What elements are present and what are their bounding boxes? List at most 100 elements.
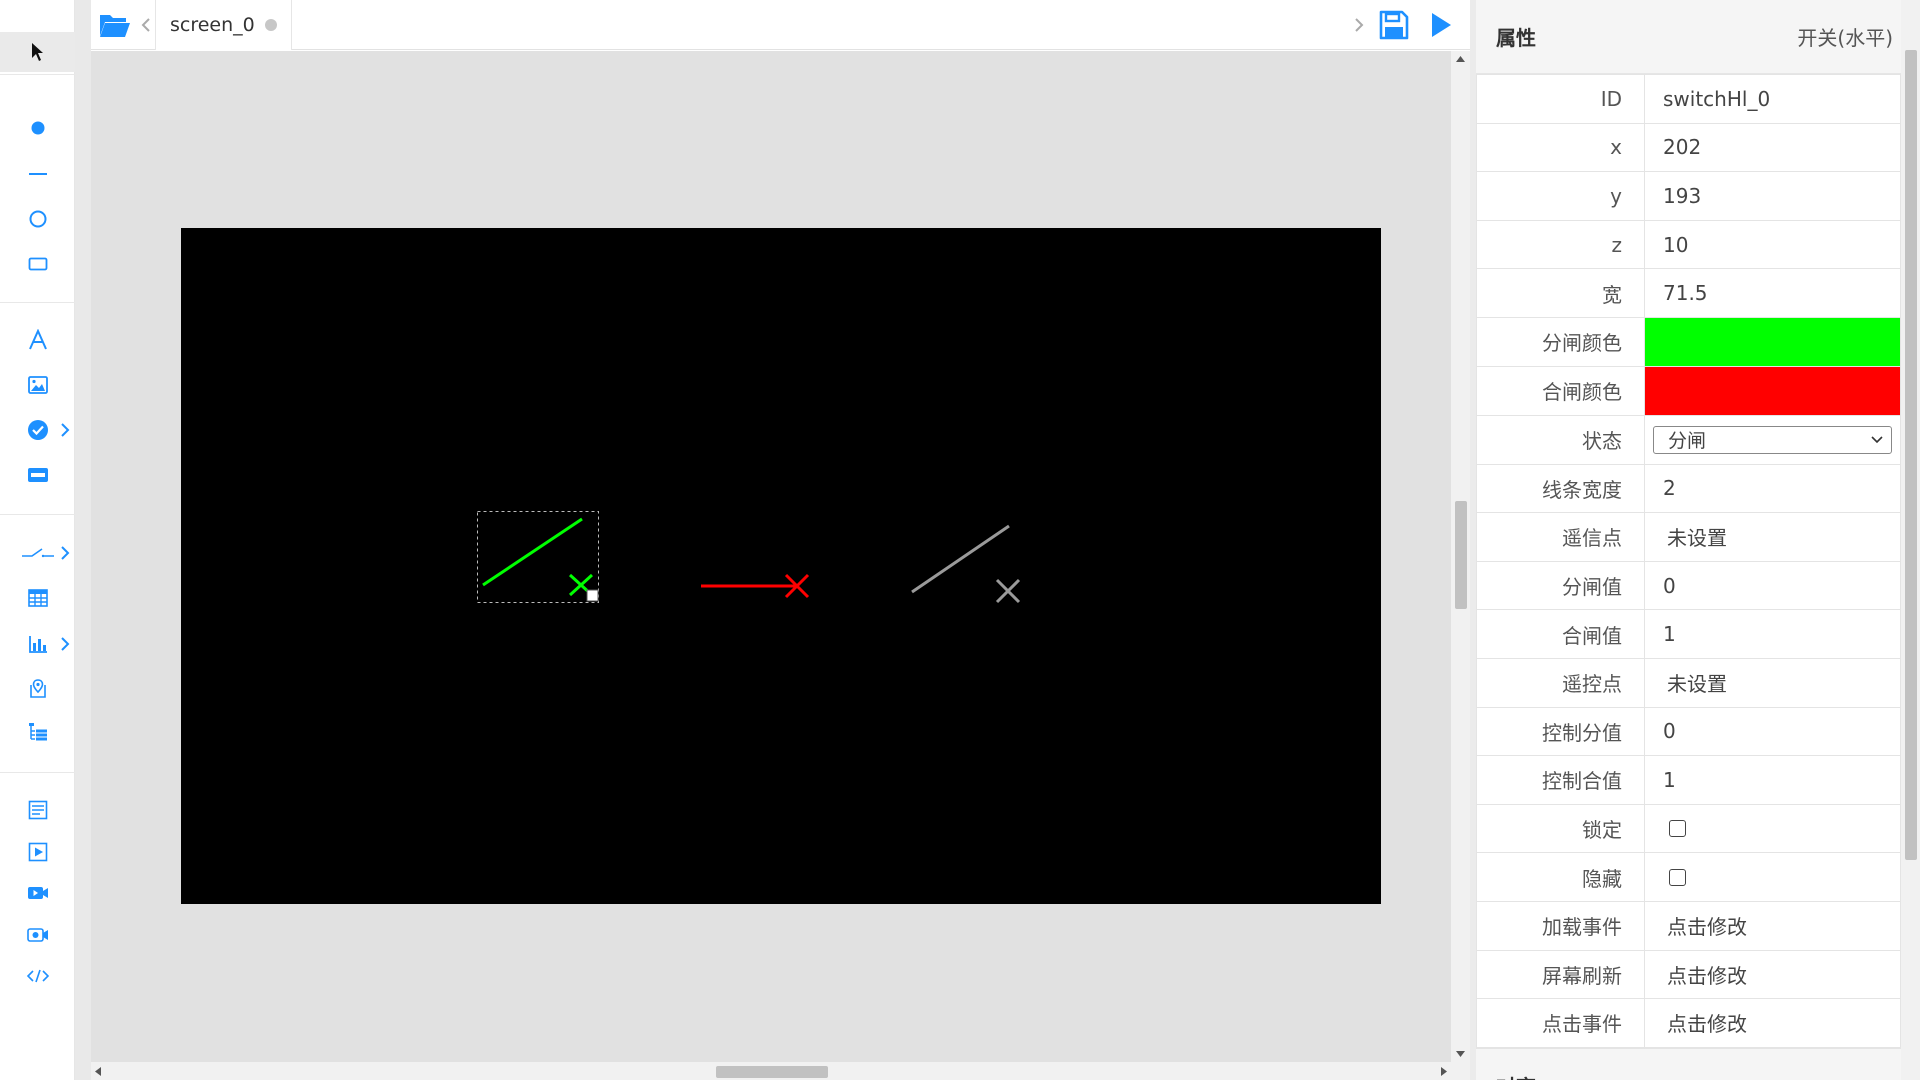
open-color-cell [1644, 316, 1901, 367]
refresh-event-link[interactable]: 点击修改 [1644, 949, 1901, 1000]
switch-closed[interactable] [701, 573, 810, 599]
tree-list-icon [28, 723, 47, 741]
prop-label: 线条宽度 [1476, 463, 1645, 514]
switch-tool[interactable] [0, 533, 75, 573]
prop-row-state: 状态 分闸 [1476, 414, 1901, 465]
scrollbar-thumb[interactable] [716, 1066, 828, 1078]
line-width-field[interactable]: 2 [1644, 463, 1901, 514]
prop-label: 合闸颜色 [1476, 365, 1645, 416]
width-field[interactable]: 71.5 [1644, 268, 1901, 318]
telecontrol-field[interactable]: 未设置 [1644, 657, 1901, 708]
load-event-link[interactable]: 点击修改 [1644, 900, 1901, 951]
y-field[interactable]: 193 [1644, 171, 1901, 221]
canvas-area[interactable] [91, 51, 1451, 1062]
ctrl-open-field[interactable]: 0 [1644, 706, 1901, 757]
prop-label: 分闸值 [1476, 560, 1645, 611]
circle-icon [29, 210, 46, 228]
tab-scroll-left-button[interactable] [141, 15, 151, 35]
resize-handle[interactable] [586, 589, 599, 602]
check-circle-icon [27, 420, 48, 440]
page-tool[interactable] [0, 790, 75, 830]
properties-scrollbar[interactable] [1901, 0, 1920, 1080]
canvas-horizontal-scrollbar[interactable] [91, 1062, 1470, 1080]
open-folder-button[interactable] [97, 10, 133, 40]
properties-table: ID switchHl_0 x 202 y 193 z 10 宽 71.5 分闸… [1476, 74, 1901, 1048]
tab-scroll-right-button[interactable] [1354, 15, 1364, 35]
switch-disabled[interactable] [911, 524, 1021, 604]
state-select[interactable]: 分闸 [1653, 425, 1892, 454]
close-color-swatch[interactable] [1645, 366, 1900, 415]
camera-tool[interactable] [0, 915, 75, 955]
open-value-field[interactable]: 0 [1644, 560, 1901, 611]
text-a-icon [28, 329, 47, 350]
toolbar-gutter [75, 0, 91, 1080]
code-tool[interactable] [0, 956, 75, 996]
switch-x-mark [995, 578, 1021, 604]
align-section-header[interactable]: 对齐 [1476, 1048, 1901, 1080]
table-icon [27, 589, 48, 607]
table-tool[interactable] [0, 578, 75, 618]
prop-label: 状态 [1476, 414, 1645, 465]
canvas-vertical-scrollbar[interactable] [1451, 51, 1470, 1062]
click-event-link[interactable]: 点击修改 [1644, 998, 1901, 1048]
prop-label: 分闸颜色 [1476, 316, 1645, 367]
scrollbar-thumb[interactable] [1455, 501, 1467, 609]
save-icon [1379, 10, 1409, 40]
prop-row-id: ID switchHl_0 [1476, 74, 1901, 124]
rect-tool[interactable] [0, 244, 75, 284]
x-field[interactable]: 202 [1644, 122, 1901, 173]
lock-checkbox[interactable] [1669, 820, 1686, 838]
dot-icon [31, 121, 44, 135]
chevron-right-icon [61, 637, 70, 651]
lock-cell [1644, 803, 1901, 854]
text-tool[interactable] [0, 320, 75, 360]
hidden-checkbox[interactable] [1669, 868, 1686, 886]
chevron-right-icon [61, 423, 70, 437]
indicator-tool[interactable] [0, 410, 75, 450]
play-frame-icon [28, 842, 47, 862]
point-tool[interactable] [0, 108, 75, 148]
run-button[interactable] [1424, 8, 1458, 42]
button-icon [27, 468, 48, 482]
ctrl-close-field[interactable]: 1 [1644, 755, 1901, 805]
media-tool[interactable] [0, 832, 75, 872]
prop-label: 控制分值 [1476, 706, 1645, 757]
video-tool[interactable] [0, 873, 75, 913]
circle-tool[interactable] [0, 199, 75, 239]
bar-chart-icon [28, 636, 47, 653]
selected-switch-open[interactable] [477, 511, 599, 603]
z-field[interactable]: 10 [1644, 219, 1901, 270]
image-tool[interactable] [0, 365, 75, 405]
close-value-field[interactable]: 1 [1644, 609, 1901, 659]
prop-label: y [1476, 171, 1645, 221]
screen-canvas[interactable] [181, 228, 1381, 904]
id-field[interactable]: switchHl_0 [1644, 74, 1901, 124]
button-tool[interactable] [0, 455, 75, 495]
prop-row-width: 宽 71.5 [1476, 268, 1901, 318]
switch-blade [482, 517, 583, 587]
rectangle-icon [28, 257, 47, 271]
prop-row-hidden: 隐藏 [1476, 852, 1901, 902]
chart-tool[interactable] [0, 624, 75, 664]
chevron-down-icon [1871, 436, 1883, 443]
tree-tool[interactable] [0, 712, 75, 752]
open-color-swatch[interactable] [1645, 317, 1900, 366]
document-icon [28, 800, 47, 820]
state-cell: 分闸 [1644, 414, 1901, 465]
save-button[interactable] [1377, 8, 1411, 42]
scrollbar-thumb[interactable] [1905, 50, 1917, 860]
prop-label: 屏幕刷新 [1476, 949, 1645, 1000]
tab-screen-0[interactable]: screen_0 [155, 0, 292, 50]
tab-label: screen_0 [170, 14, 255, 36]
line-tool[interactable] [0, 154, 75, 194]
prop-row-ctrl-open: 控制分值 0 [1476, 706, 1901, 757]
properties-panel: 属性 开关(水平) ID switchHl_0 x 202 y 193 z 10… [1476, 0, 1901, 1080]
map-tool[interactable] [0, 668, 75, 708]
prop-row-lock: 锁定 [1476, 803, 1901, 854]
telesignal-field[interactable]: 未设置 [1644, 512, 1901, 562]
prop-label: 点击事件 [1476, 998, 1645, 1048]
prop-label: 宽 [1476, 268, 1645, 318]
select-tool[interactable] [0, 32, 75, 72]
close-color-cell [1644, 365, 1901, 416]
canvas-drawing [477, 511, 1021, 604]
